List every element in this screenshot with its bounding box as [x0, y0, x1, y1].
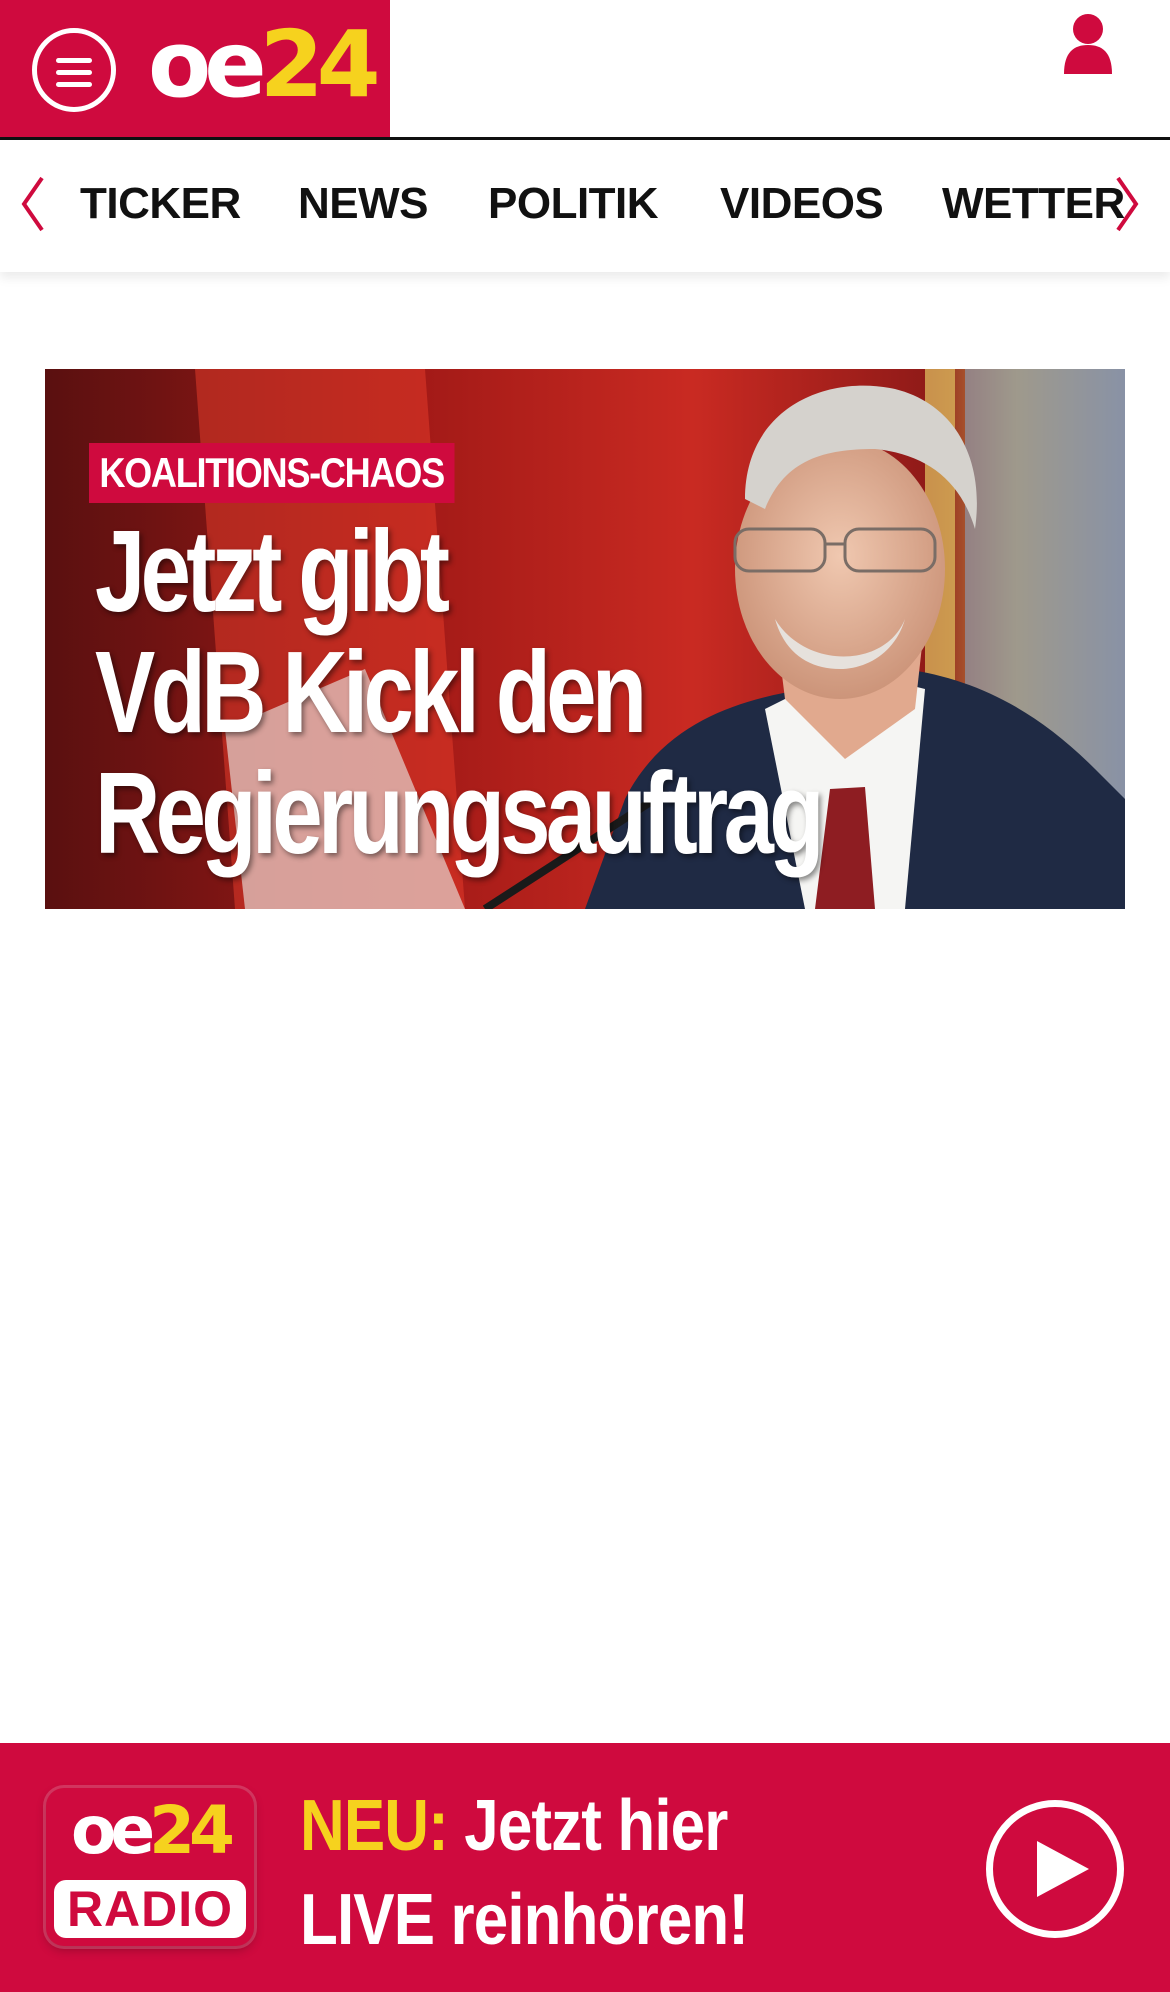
hero-headline: Jetzt gibt VdB Kickl den Regierungsauftr…: [95, 511, 875, 874]
radio-cta-text: NEU: Jetzt hier LIVE reinhören!: [300, 1779, 782, 1967]
hero-teaser[interactable]: KOALITIONS-CHAOS Jetzt gibt VdB Kickl de…: [45, 369, 1125, 909]
hero-headline-line: VdB Kickl den: [95, 627, 647, 757]
nav-item-news[interactable]: NEWS: [298, 178, 429, 230]
hero-headline-line: Jetzt gibt: [95, 506, 450, 636]
radio-neu-label: NEU:: [300, 1786, 449, 1866]
radio-label: RADIO: [54, 1880, 246, 1938]
hero-kicker: KOALITIONS-CHAOS: [89, 443, 455, 503]
page: oe24 TICKER NEWS POLITIK VIDEOS WETTER K…: [0, 0, 1170, 1992]
play-icon[interactable]: [986, 1800, 1124, 1938]
logo-part-24: 24: [259, 11, 381, 118]
hamburger-menu-icon[interactable]: [32, 28, 116, 112]
nav-item-wetter[interactable]: WETTER: [942, 178, 1125, 230]
chevron-right-icon[interactable]: [1114, 174, 1142, 234]
radio-cta-line1: Jetzt hier: [447, 1786, 728, 1866]
hero-headline-line: Regierungsauftrag: [95, 748, 825, 878]
nav-item-ticker[interactable]: TICKER: [80, 178, 241, 230]
radio-logo-part-oe: oe: [71, 1792, 155, 1869]
brand-area: oe24: [0, 0, 390, 137]
radio-banner[interactable]: oe24 RADIO NEU: Jetzt hier LIVE reinhöre…: [0, 1743, 1170, 1992]
category-nav: TICKER NEWS POLITIK VIDEOS WETTER: [0, 140, 1170, 272]
user-icon[interactable]: [1062, 12, 1114, 74]
chevron-left-icon[interactable]: [18, 174, 46, 234]
nav-item-videos[interactable]: VIDEOS: [720, 178, 884, 230]
logo-part-oe: oe: [148, 11, 267, 118]
radio-logo-badge: oe24 RADIO: [46, 1788, 254, 1946]
radio-cta-line2: LIVE reinhören!: [300, 1880, 749, 1960]
radio-logo-part-24: 24: [149, 1792, 235, 1869]
header: oe24: [0, 0, 1170, 140]
nav-item-politik[interactable]: POLITIK: [488, 178, 659, 230]
radio-logo: oe24: [54, 1796, 246, 1866]
site-logo[interactable]: oe24: [148, 19, 381, 111]
